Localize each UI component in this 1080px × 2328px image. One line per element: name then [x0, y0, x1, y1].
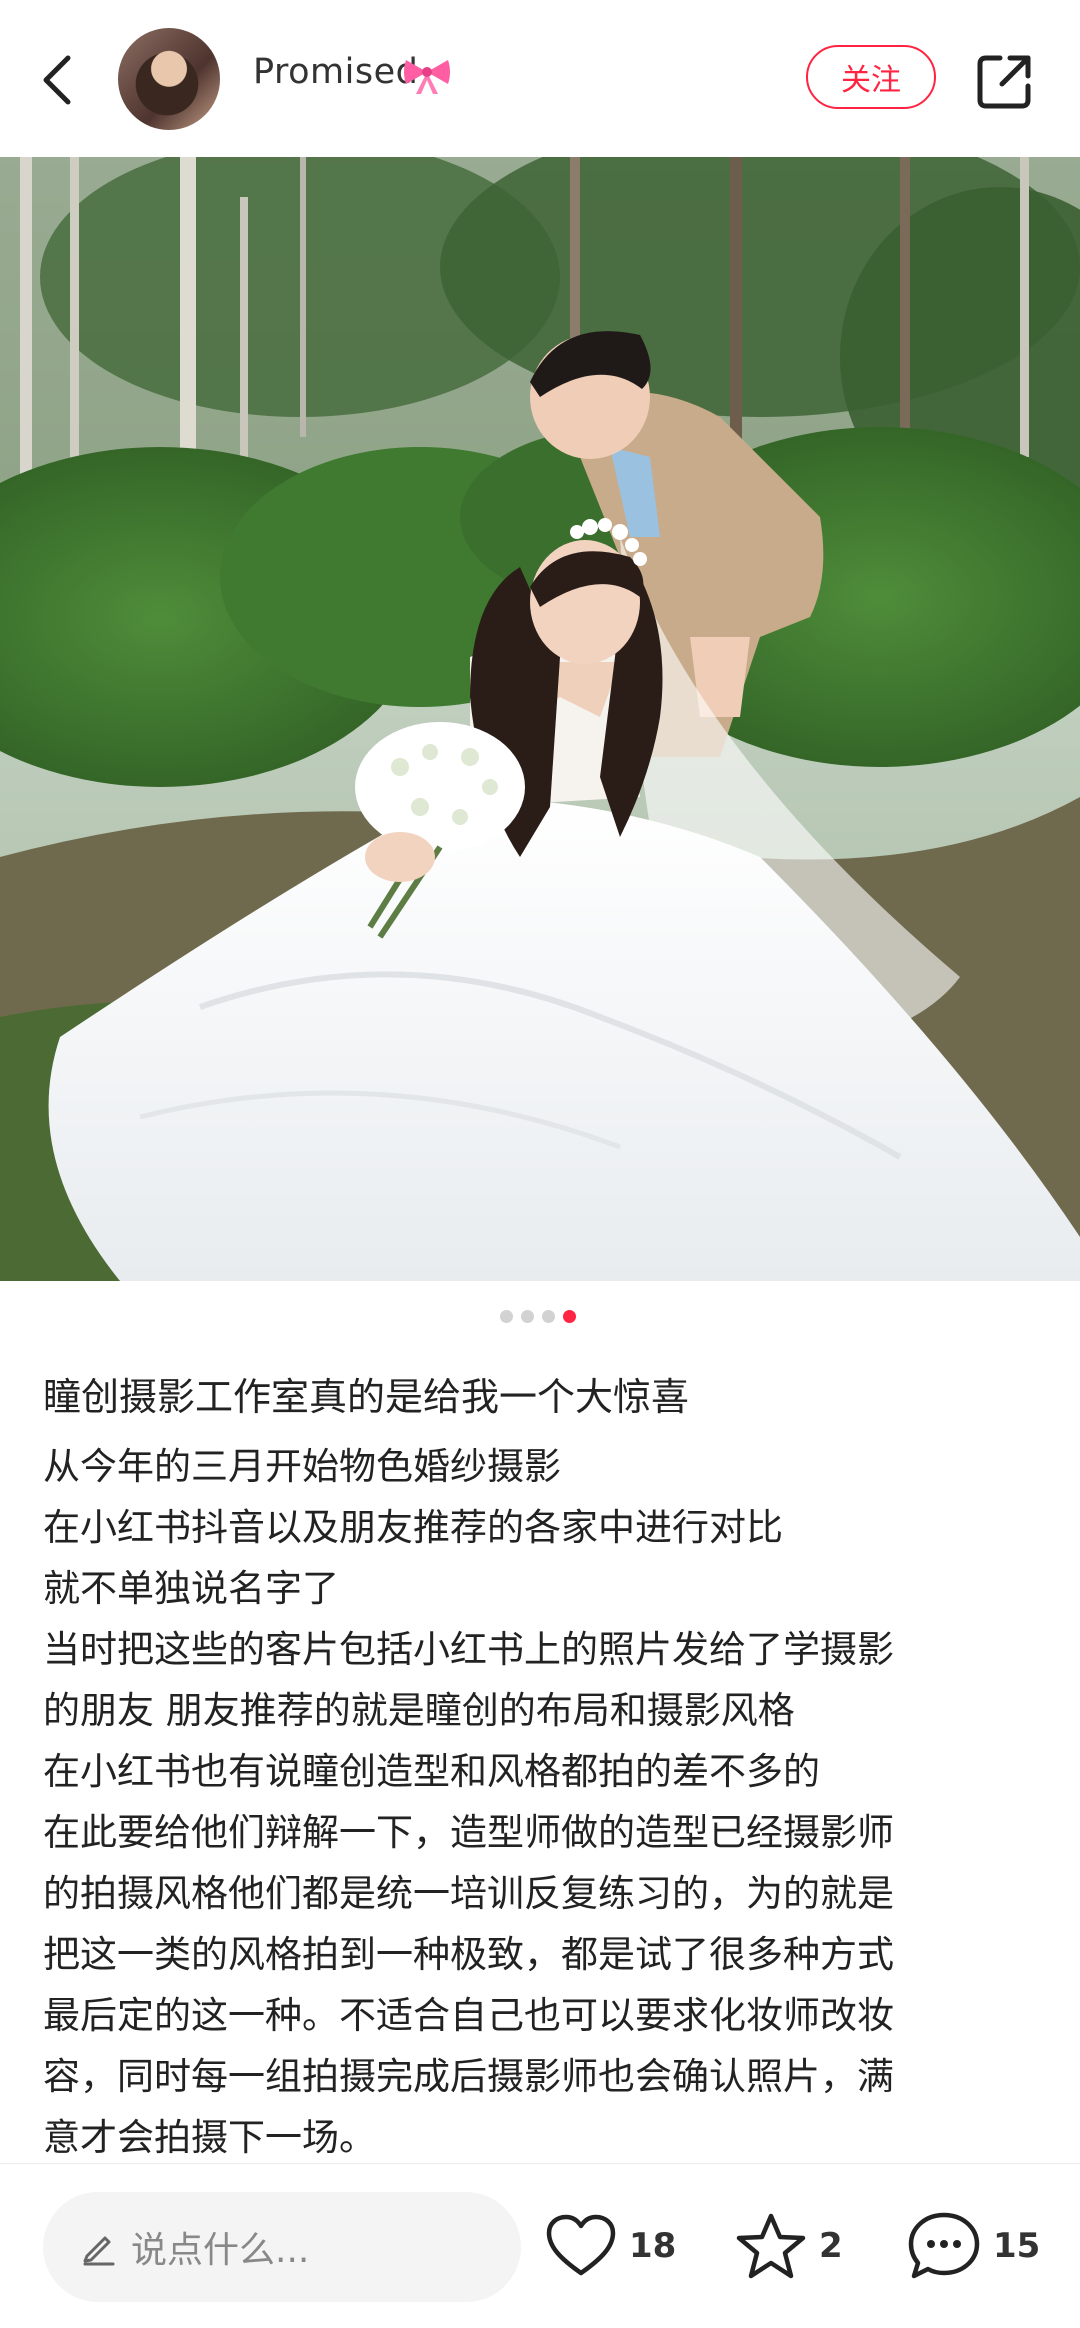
post-line: 的拍摄风格他们都是统一培训反复练习的，为的就是 — [43, 1872, 894, 1915]
comment-count: 15 — [993, 2226, 1041, 2266]
post-line: 当时把这些的客片包括小红书上的照片发给了学摄影 — [43, 1628, 894, 1671]
comment-placeholder: 说点什么... — [131, 2230, 310, 2271]
author-name[interactable]: Promised — [253, 52, 418, 92]
post-line: 从今年的三月开始物色婚纱摄影 — [43, 1445, 561, 1488]
like-button[interactable]: 18 — [545, 2206, 676, 2286]
post-body: 从今年的三月开始物色婚纱摄影 在小红书抖音以及朋友推荐的各家中进行对比 就不单独… — [43, 1436, 1043, 2168]
post-line: 在小红书也有说瞳创造型和风格都拍的差不多的 — [43, 1750, 820, 1793]
post-line: 的朋友 朋友推荐的就是瞳创的布局和摄影风格 — [43, 1689, 795, 1732]
like-count: 18 — [629, 2226, 677, 2266]
comment-button[interactable]: 15 — [907, 2206, 1040, 2286]
carousel-dot — [500, 1310, 513, 1323]
post-line: 在此要给他们辩解一下，造型师做的造型已经摄影师 — [43, 1811, 894, 1854]
author-avatar[interactable] — [118, 28, 220, 130]
carousel-indicator — [500, 1310, 576, 1323]
favorite-button[interactable]: 2 — [735, 2206, 843, 2286]
back-button[interactable] — [30, 40, 90, 120]
top-bar: Promised 关注 — [0, 0, 1080, 157]
bottom-action-bar: 说点什么... 18 2 15 — [0, 2163, 1080, 2328]
carousel-dot-active — [563, 1310, 576, 1323]
share-button[interactable] — [974, 50, 1036, 112]
pink-bow-emoji — [404, 60, 450, 94]
heart-icon — [546, 2214, 616, 2276]
carousel-dot — [542, 1310, 555, 1323]
chat-bubble-icon — [908, 2212, 980, 2279]
post-line: 把这一类的风格拍到一种极致，都是试了很多种方式 — [43, 1933, 894, 1976]
back-chevron-icon — [43, 55, 71, 105]
star-icon — [736, 2213, 806, 2279]
post-line: 容，同时每一组拍摄完成后摄影师也会确认照片，满 — [43, 2055, 894, 2098]
post-line: 最后定的这一种。不适合自己也可以要求化妆师改妆 — [43, 1994, 894, 2037]
post-line: 在小红书抖音以及朋友推荐的各家中进行对比 — [43, 1506, 783, 1549]
comment-input[interactable]: 说点什么... — [43, 2192, 521, 2302]
favorite-count: 2 — [819, 2226, 843, 2266]
post-title: 瞳创摄影工作室真的是给我一个大惊喜 — [43, 1375, 690, 1419]
post-image[interactable] — [0, 157, 1080, 1281]
post-line: 意才会拍摄下一场。 — [43, 2116, 376, 2159]
post-line: 就不单独说名字了 — [43, 1567, 339, 1610]
follow-button[interactable]: 关注 — [806, 45, 936, 109]
pencil-icon — [83, 2236, 115, 2266]
share-icon — [977, 55, 1031, 109]
carousel-dot — [521, 1310, 534, 1323]
